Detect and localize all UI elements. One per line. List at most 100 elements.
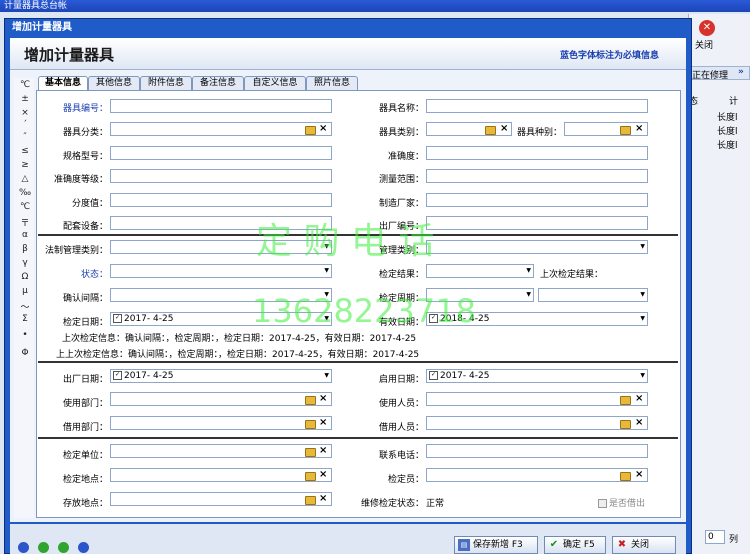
symbol-button[interactable]: ℃ bbox=[18, 202, 32, 212]
grid-row[interactable]: 长度l bbox=[717, 110, 738, 123]
symbol-button[interactable]: Σ bbox=[18, 314, 32, 324]
clear-icon[interactable]: × bbox=[500, 124, 508, 134]
close-main-icon[interactable]: ✕ bbox=[699, 20, 715, 36]
nav-last-icon[interactable] bbox=[78, 542, 89, 553]
symbol-button[interactable]: β bbox=[18, 244, 32, 254]
borrow-dept-input[interactable] bbox=[110, 416, 332, 430]
tab-attachment-info[interactable]: 附件信息 bbox=[140, 76, 192, 91]
enable-date-checkbox[interactable]: ✓ bbox=[429, 371, 438, 380]
enable-date-picker[interactable]: ✓ 2017- 4-25 bbox=[426, 369, 648, 383]
accuracy-label: 准确度： bbox=[387, 152, 424, 162]
nav-first-icon[interactable] bbox=[18, 542, 29, 553]
symbol-button[interactable]: 〒 bbox=[18, 216, 32, 229]
borrowed-checkbox[interactable]: 是否借出 bbox=[598, 496, 645, 509]
clear-icon[interactable]: × bbox=[635, 394, 643, 404]
manufacturer-input[interactable] bbox=[426, 193, 648, 207]
tab-other-info[interactable]: 其他信息 bbox=[88, 76, 140, 91]
symbol-button[interactable]: ≤ bbox=[18, 146, 32, 156]
instrument-id-input[interactable] bbox=[110, 99, 332, 113]
borrowed-checkbox-label: 是否借出 bbox=[609, 499, 646, 509]
grid-row[interactable]: 长度l bbox=[717, 124, 738, 137]
borrow-person-input[interactable] bbox=[426, 416, 648, 430]
tab-custom-info[interactable]: 自定义信息 bbox=[244, 76, 306, 91]
repair-status-value: 正常 bbox=[426, 499, 445, 509]
symbol-button[interactable]: △ bbox=[18, 174, 32, 184]
tab-remark-info[interactable]: 备注信息 bbox=[192, 76, 244, 91]
required-hint: 蓝色字体标注为必填信息 bbox=[560, 51, 660, 61]
use-dept-input[interactable] bbox=[110, 392, 332, 406]
symbol-button[interactable]: Ω bbox=[18, 272, 32, 282]
factory-date-picker[interactable]: ✓ 2017- 4-25 bbox=[110, 369, 332, 383]
range-input[interactable] bbox=[426, 169, 648, 183]
check-result-select[interactable] bbox=[426, 264, 534, 278]
symbol-button[interactable]: ± bbox=[18, 94, 32, 104]
folder-icon[interactable] bbox=[620, 126, 631, 135]
check-unit-input[interactable] bbox=[110, 444, 332, 458]
resolution-label: 分度值： bbox=[71, 199, 108, 209]
check-place-input[interactable] bbox=[110, 468, 332, 482]
status-select[interactable] bbox=[110, 264, 332, 278]
grid-row[interactable]: 长度l bbox=[717, 138, 738, 151]
factory-date-value: 2017- 4-25 bbox=[124, 371, 174, 381]
model-input[interactable] bbox=[110, 146, 332, 160]
folder-icon[interactable] bbox=[305, 448, 316, 457]
ok-button[interactable]: ✔ 确定 F5 bbox=[544, 536, 606, 554]
tab-photo-info[interactable]: 照片信息 bbox=[306, 76, 358, 91]
symbol-button[interactable]: ″ bbox=[18, 132, 32, 142]
use-person-input[interactable] bbox=[426, 392, 648, 406]
inspector-input[interactable] bbox=[426, 468, 648, 482]
accuracy-grade-input[interactable] bbox=[110, 169, 332, 183]
clear-icon[interactable]: × bbox=[319, 494, 327, 504]
serial-input[interactable] bbox=[426, 216, 648, 230]
nav-next-icon[interactable] bbox=[58, 542, 69, 553]
symbol-button[interactable]: ≥ bbox=[18, 160, 32, 170]
folder-icon[interactable] bbox=[305, 396, 316, 405]
symbol-toolbar: ℃ ± × ˊ ″ ≤ ≥ △ ‰ ℃ 〒 α β γ Ω μ ～ Σ • Φ bbox=[14, 78, 34, 518]
folder-icon[interactable] bbox=[620, 396, 631, 405]
symbol-button[interactable]: × bbox=[18, 108, 32, 118]
check-date-checkbox[interactable]: ✓ bbox=[113, 314, 122, 323]
symbol-button[interactable]: • bbox=[18, 330, 32, 340]
storage-input[interactable] bbox=[110, 492, 332, 506]
phone-input[interactable] bbox=[426, 444, 648, 458]
folder-icon[interactable] bbox=[305, 126, 316, 135]
close-button[interactable]: ✖ 关闭 bbox=[612, 536, 676, 554]
factory-date-checkbox[interactable]: ✓ bbox=[113, 371, 122, 380]
folder-icon[interactable] bbox=[305, 472, 316, 481]
instrument-name-input[interactable] bbox=[426, 99, 648, 113]
folder-icon[interactable] bbox=[620, 420, 631, 429]
clear-icon[interactable]: × bbox=[635, 470, 643, 480]
symbol-button[interactable]: ‰ bbox=[18, 188, 32, 198]
symbol-button[interactable]: Φ bbox=[18, 348, 32, 358]
check-period-unit-select[interactable] bbox=[538, 288, 648, 302]
save-new-button[interactable]: ▤ 保存新增 F3 bbox=[454, 536, 538, 554]
accuracy-input[interactable] bbox=[426, 146, 648, 160]
column-stepper[interactable]: 0 bbox=[705, 530, 725, 544]
storage-label: 存放地点： bbox=[62, 499, 108, 509]
nav-prev-icon[interactable] bbox=[38, 542, 49, 553]
mgmt-type-select[interactable] bbox=[426, 240, 648, 254]
symbol-button[interactable]: μ bbox=[18, 286, 32, 296]
status-tab[interactable]: 正在修理 » bbox=[689, 66, 750, 81]
clear-icon[interactable]: × bbox=[635, 418, 643, 428]
expand-chevron-icon[interactable]: » bbox=[738, 67, 744, 77]
borrowed-checkbox-box[interactable] bbox=[598, 499, 607, 508]
symbol-button[interactable]: ℃ bbox=[18, 80, 32, 90]
folder-icon[interactable] bbox=[305, 496, 316, 505]
symbol-button[interactable]: α bbox=[18, 230, 32, 240]
symbol-button[interactable]: ～ bbox=[18, 300, 32, 313]
symbol-button[interactable]: ˊ bbox=[18, 120, 32, 130]
clear-icon[interactable]: × bbox=[319, 394, 327, 404]
clear-icon[interactable]: × bbox=[635, 124, 643, 134]
clear-icon[interactable]: × bbox=[319, 418, 327, 428]
resolution-input[interactable] bbox=[110, 193, 332, 207]
symbol-button[interactable]: γ bbox=[18, 258, 32, 268]
folder-icon[interactable] bbox=[620, 472, 631, 481]
clear-icon[interactable]: × bbox=[319, 446, 327, 456]
instrument-category-input[interactable] bbox=[110, 122, 332, 136]
folder-icon[interactable] bbox=[485, 126, 496, 135]
close-main-label[interactable]: 关闭 bbox=[695, 38, 713, 51]
folder-icon[interactable] bbox=[305, 420, 316, 429]
clear-icon[interactable]: × bbox=[319, 124, 327, 134]
clear-icon[interactable]: × bbox=[319, 470, 327, 480]
